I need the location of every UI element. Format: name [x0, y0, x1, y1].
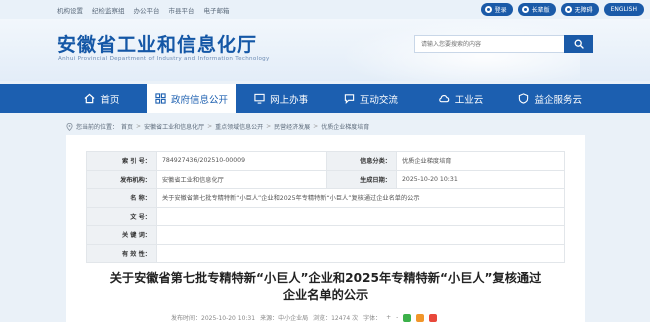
wechat-share-icon[interactable]: [403, 313, 412, 322]
accessibility-button[interactable]: 无障碍: [560, 3, 599, 16]
elder-mode-button[interactable]: 长辈版: [517, 3, 556, 16]
accessibility-icon: [564, 6, 572, 13]
metadata-table: 索 引 号： 784927436/202510-00009 信息分类： 优质企业…: [86, 151, 565, 263]
top-buttons: 登录 长辈版 无障碍 ENGLISH: [480, 3, 644, 16]
english-button[interactable]: ENGLISH: [603, 3, 644, 16]
docno-value: [156, 206, 565, 226]
grid-icon: [155, 93, 166, 104]
breadcrumb-current[interactable]: 优质企业梯度培育: [321, 122, 369, 131]
article-title-line2: 企业名单的公示: [282, 288, 369, 302]
nav-home-label: 首页: [100, 94, 120, 106]
elder-icon: [521, 6, 529, 13]
validity-value: [156, 243, 565, 263]
font-size-label: 字体：: [363, 315, 382, 322]
keywords-value: [156, 225, 565, 245]
date-value: 2025-10-20 10:31: [396, 169, 565, 189]
category-label: 信息分类：: [326, 151, 397, 171]
name-value: 关于安徽省第七批专精特新“小巨人”企业和2025年专精特新“小巨人”复核通过企业…: [156, 188, 565, 208]
top-links: 机构设置 纪检监察组 办公平台 市县平台 电子邮箱: [57, 5, 230, 15]
site-title[interactable]: 安徽省工业和信息化厅: [57, 30, 257, 57]
category-value: 优质企业梯度培育: [396, 151, 565, 171]
cloud-icon: [439, 95, 450, 103]
table-row: 发布机构： 安徽省工业和信息化厅 生成日期： 2025-10-20 10:31: [86, 169, 565, 189]
article-title-line1: 关于安徽省第七批专精特新“小巨人”企业和2025年专精特新“小巨人”复核通过: [109, 271, 542, 285]
breadcrumb-home[interactable]: 首页: [121, 122, 133, 131]
table-row: 有 效 性：: [86, 243, 565, 263]
elder-mode-label: 长辈版: [531, 7, 550, 14]
nav-online-service[interactable]: 网上办事: [236, 84, 326, 113]
breadcrumb-separator: >: [266, 123, 272, 130]
nav-gov-info-label: 政府信息公开: [171, 94, 229, 106]
index-value: 784927436/202510-00009: [156, 151, 327, 171]
nav-enterprise-cloud-label: 益企服务云: [534, 94, 582, 106]
top-link-email[interactable]: 电子邮箱: [204, 5, 230, 15]
breadcrumb-prefix: 您当前的位置：: [76, 124, 119, 131]
user-icon: [484, 6, 492, 13]
font-increase-button[interactable]: +: [386, 314, 391, 321]
top-link-city[interactable]: 市县平台: [169, 5, 195, 15]
search-box: [414, 35, 593, 53]
date-label: 生成日期：: [326, 169, 397, 189]
search-button[interactable]: [564, 35, 593, 53]
location-icon: [66, 122, 73, 131]
shield-icon: [519, 93, 529, 104]
nav-interaction[interactable]: 互动交流: [326, 84, 416, 113]
view-count: 浏览：12474 次: [313, 315, 359, 322]
table-row: 关 键 词：: [86, 225, 565, 245]
weibo-share-icon[interactable]: [429, 313, 438, 322]
nav-industry-cloud[interactable]: 工业云: [416, 84, 506, 113]
login-button[interactable]: 登录: [480, 3, 513, 16]
keywords-label: 关 键 词：: [86, 225, 157, 245]
nav-enterprise-cloud[interactable]: 益企服务云: [505, 84, 595, 113]
publish-time: 发布时间：2025-10-20 10:31: [171, 315, 256, 322]
breadcrumb-separator: >: [313, 123, 319, 130]
article-card: 索 引 号： 784927436/202510-00009 信息分类： 优质企业…: [66, 135, 585, 322]
article-info-line: 发布时间：2025-10-20 10:31 来源：中小企业局 浏览：12474 …: [171, 313, 438, 322]
accessibility-label: 无障碍: [574, 7, 593, 14]
nav-industry-cloud-label: 工业云: [454, 94, 484, 106]
nav-interaction-label: 互动交流: [359, 94, 398, 106]
breadcrumb-department[interactable]: 安徽省工业和信息化厅: [144, 122, 204, 131]
docno-label: 文 号：: [86, 206, 157, 226]
main-nav: 首页 政府信息公开 网上办事 互动交流 工业云 益企服务云: [0, 84, 650, 113]
publisher-label: 发布机构：: [86, 169, 157, 189]
table-row: 文 号：: [86, 206, 565, 226]
table-row: 名 称： 关于安徽省第七批专精特新“小巨人”企业和2025年专精特新“小巨人”复…: [86, 188, 565, 208]
site-subtitle: Anhui Provincial Department of Industry …: [58, 56, 270, 62]
nav-home[interactable]: 首页: [57, 84, 147, 113]
qzone-share-icon[interactable]: [416, 313, 425, 322]
login-label: 登录: [494, 7, 507, 14]
publisher-value: 安徽省工业和信息化厅: [156, 169, 327, 189]
breadcrumb: 您当前的位置： 首页 > 安徽省工业和信息化厅 > 重点领域信息公开 > 民营经…: [66, 122, 369, 131]
font-decrease-button[interactable]: -: [396, 314, 398, 321]
breadcrumb-private-economy[interactable]: 民营经济发展: [274, 122, 310, 131]
top-utility-bar: 机构设置 纪检监察组 办公平台 市县平台 电子邮箱 登录 长辈版 无障碍 ENG…: [0, 0, 650, 19]
home-icon: [84, 93, 95, 104]
monitor-icon: [254, 93, 265, 104]
breadcrumb-key-areas[interactable]: 重点领域信息公开: [215, 122, 263, 131]
breadcrumb-separator: >: [136, 123, 142, 130]
breadcrumb-separator: >: [207, 123, 213, 130]
table-row: 索 引 号： 784927436/202510-00009 信息分类： 优质企业…: [86, 151, 565, 171]
top-link-discipline[interactable]: 纪检监察组: [92, 5, 125, 15]
article-title: 关于安徽省第七批专精特新“小巨人”企业和2025年专精特新“小巨人”复核通过 企…: [66, 270, 585, 304]
site-header: 安徽省工业和信息化厅 Anhui Provincial Department o…: [0, 19, 650, 81]
source: 来源：中小企业局: [260, 315, 309, 322]
index-label: 索 引 号：: [86, 151, 157, 171]
chat-icon: [344, 94, 355, 104]
search-icon: [574, 39, 584, 49]
validity-label: 有 效 性：: [86, 243, 157, 263]
top-link-org[interactable]: 机构设置: [57, 5, 83, 15]
nav-online-service-label: 网上办事: [270, 94, 309, 106]
name-label: 名 称：: [86, 188, 157, 208]
nav-gov-info[interactable]: 政府信息公开: [146, 84, 237, 113]
top-link-office[interactable]: 办公平台: [134, 5, 160, 15]
search-input[interactable]: [414, 35, 564, 53]
english-label: ENGLISH: [610, 6, 637, 13]
